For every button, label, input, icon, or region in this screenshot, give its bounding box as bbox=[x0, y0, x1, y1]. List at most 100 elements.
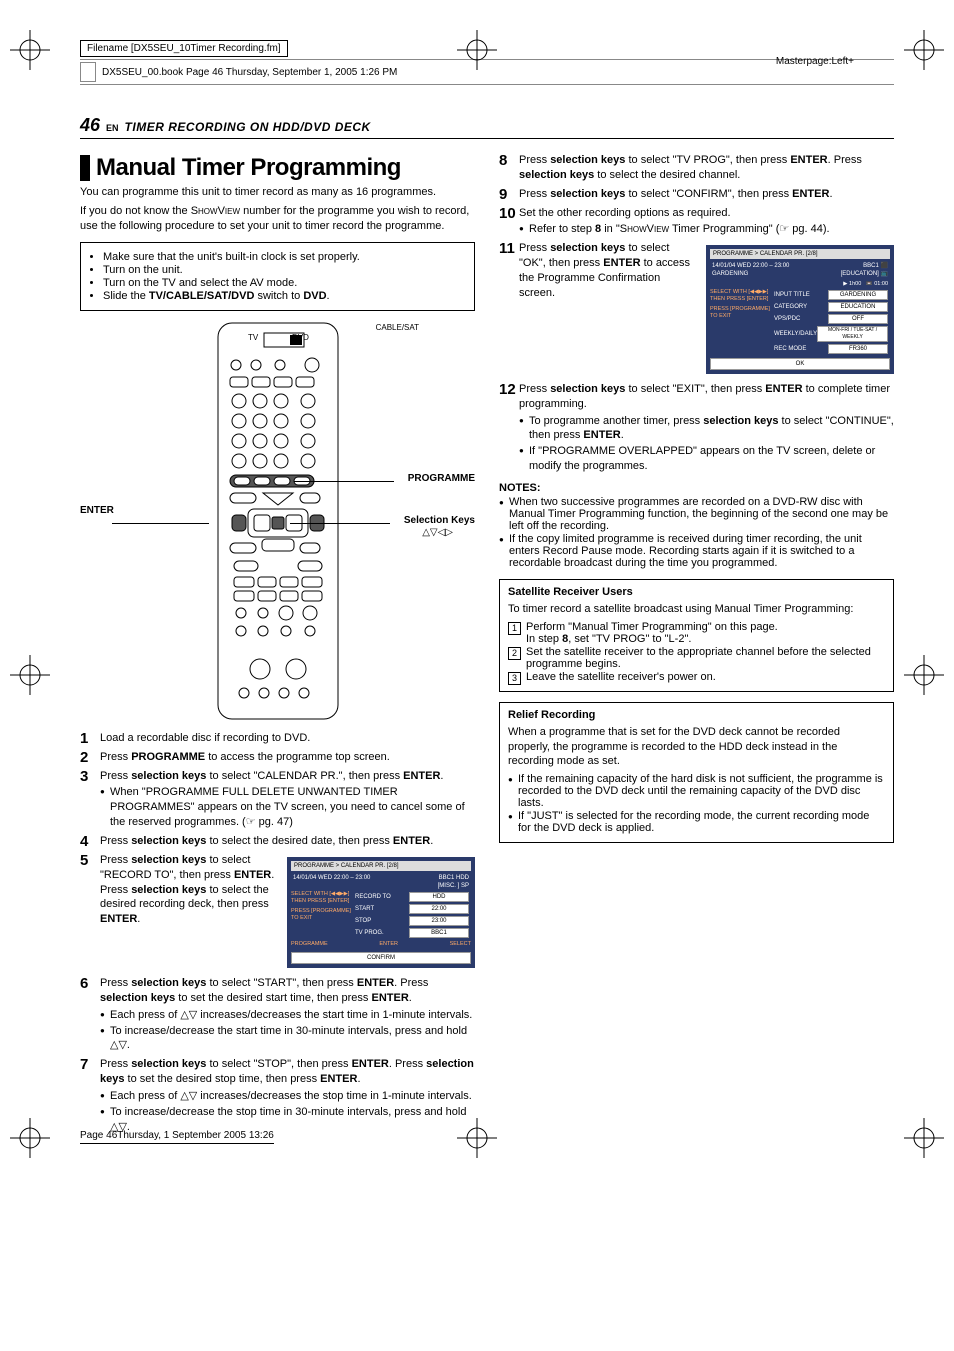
text: to select "CALENDAR PR.", then press bbox=[206, 770, 403, 782]
text: to select "START", then press bbox=[206, 977, 356, 989]
satellite-intro: To timer record a satellite broadcast us… bbox=[508, 602, 885, 617]
notes-heading: NOTES: bbox=[499, 482, 894, 494]
content-columns: Manual Timer Programming You can program… bbox=[80, 149, 894, 1138]
relief-list: If the remaining capacity of the hard di… bbox=[508, 773, 885, 834]
osd-hint: SELECT WITH [◀◀▶▶] THEN PRESS [ENTER] bbox=[291, 891, 351, 904]
text: selection keys bbox=[703, 415, 778, 427]
text: DVD bbox=[303, 290, 326, 302]
step-7: Press selection keys to select "STOP", t… bbox=[80, 1057, 475, 1134]
text: To programme another timer, press bbox=[529, 415, 703, 427]
text: PROGRAMME bbox=[131, 751, 205, 763]
text: . bbox=[137, 913, 140, 925]
text: to select "STOP", then press bbox=[206, 1058, 351, 1070]
text: ShowView bbox=[191, 205, 240, 217]
text: If you do not know the bbox=[80, 205, 191, 217]
step-10: Set the other recording options as requi… bbox=[499, 206, 894, 238]
osd-label: START bbox=[355, 905, 374, 913]
text: Press bbox=[519, 383, 550, 395]
osd-footer-text: PROGRAMME bbox=[291, 941, 328, 948]
text: To increase/decrease the stop time in 30… bbox=[110, 1106, 466, 1118]
text: TV/CABLE/SAT/DVD bbox=[149, 290, 255, 302]
page-header: 46 EN TIMER RECORDING ON HDD/DVD DECK bbox=[80, 115, 894, 139]
osd-label: TV PROG. bbox=[355, 929, 384, 937]
text: selection keys bbox=[519, 169, 594, 181]
text: ENTER bbox=[100, 913, 137, 925]
text: Set the satellite receiver to the approp… bbox=[526, 646, 871, 670]
sat-step-3: 3Leave the satellite receiver's power on… bbox=[508, 671, 885, 683]
text: . bbox=[357, 1073, 360, 1085]
osd-ok: OK bbox=[710, 358, 890, 370]
text: Press bbox=[100, 977, 131, 989]
text: ShowView bbox=[620, 223, 669, 235]
text: selection keys bbox=[131, 770, 206, 782]
text: Press bbox=[519, 242, 550, 254]
text: selection keys bbox=[100, 992, 175, 1004]
text: to set the desired start time, then pres… bbox=[175, 992, 371, 1004]
step-7-sub: Each press of △▽ increases/decreases the… bbox=[100, 1089, 475, 1135]
arrow-icon: △▽ bbox=[110, 1039, 127, 1051]
masterpage-label: Masterpage:Left+ bbox=[776, 56, 854, 67]
crop-mark-icon bbox=[10, 1118, 50, 1158]
step-6-sub: Each press of △▽ increases/decreases the… bbox=[100, 1008, 475, 1054]
satellite-heading: Satellite Receiver Users bbox=[508, 586, 885, 598]
osd-crumb: PROGRAMME > CALENDAR PR. [2/8] bbox=[710, 249, 890, 259]
step-10-sub: Refer to step 8 in "ShowView Timer Progr… bbox=[519, 222, 894, 237]
step-9: Press selection keys to select "CONFIRM"… bbox=[499, 187, 894, 202]
osd-value: EDUCATION bbox=[828, 302, 888, 312]
steps-right: Press selection keys to select "TV PROG"… bbox=[499, 153, 894, 474]
osd-date: 14/01/04 WED 22:00 – 23:00 bbox=[712, 263, 789, 269]
step-12-sub: To programme another timer, press select… bbox=[519, 414, 894, 474]
programme-label: PROGRAMME bbox=[408, 473, 475, 484]
osd-value: FR360 bbox=[828, 344, 888, 354]
sat-step-1: 1 Perform "Manual Timer Programming" on … bbox=[508, 621, 885, 645]
osd-hint: SELECT WITH [◀◀▶▶] THEN PRESS [ENTER] bbox=[710, 289, 770, 302]
left-column: Manual Timer Programming You can program… bbox=[80, 149, 475, 1138]
text: to set the desired stop time, then press bbox=[124, 1073, 320, 1085]
text: . bbox=[430, 835, 433, 847]
osd-label: RECORD TO bbox=[355, 893, 391, 901]
crop-mark-icon bbox=[457, 30, 497, 70]
text: to select "CONFIRM", then press bbox=[625, 188, 792, 200]
step-1: Load a recordable disc if recording to D… bbox=[80, 731, 475, 746]
text: . bbox=[440, 770, 443, 782]
text: to access the programme top screen. bbox=[205, 751, 390, 763]
osd-label: CATEGORY bbox=[774, 303, 807, 311]
step-11: Press selection keys to select "OK", the… bbox=[499, 241, 894, 378]
osd-footer-text: SELECT bbox=[450, 941, 471, 948]
text: Timer Programming" (☞ pg. 44). bbox=[669, 223, 829, 235]
osd-rec: 1h00 bbox=[849, 281, 861, 287]
osd-hint: PRESS [PROGRAMME] TO EXIT bbox=[291, 908, 351, 921]
relief-heading: Relief Recording bbox=[508, 709, 885, 721]
page-footer: Page 46Thursday, 1 September 2005 13:26 bbox=[80, 1130, 274, 1144]
text: Press bbox=[100, 751, 131, 763]
osd-mode: SP bbox=[461, 883, 469, 889]
prep-list: Make sure that the unit's built-in clock… bbox=[89, 251, 466, 302]
relief-p1: When a programme that is set for the DVD… bbox=[508, 725, 885, 770]
osd-screen-2: PROGRAMME > CALENDAR PR. [2/8] 14/01/04 … bbox=[706, 245, 894, 374]
preparation-box: Make sure that the unit's built-in clock… bbox=[80, 242, 475, 311]
note-item: When two successive programmes are recor… bbox=[499, 496, 894, 532]
crop-mark-icon bbox=[10, 30, 50, 70]
filename-label: Filename [DX5SEU_10Timer Recording.fm] bbox=[80, 40, 288, 57]
sat-step-2: 2Set the satellite receiver to the appro… bbox=[508, 646, 885, 670]
text: to select the desired channel. bbox=[594, 169, 740, 181]
sub-item: To programme another timer, press select… bbox=[519, 414, 894, 444]
osd-cat: [EDUCATION] bbox=[841, 271, 879, 277]
text: ENTER bbox=[393, 835, 430, 847]
osd-label: VPS/PDC bbox=[774, 315, 800, 323]
arrow-icon: △▽ bbox=[180, 1090, 197, 1102]
text: To increase/decrease the start time in 3… bbox=[110, 1025, 467, 1037]
text: Press bbox=[519, 188, 550, 200]
steps-left: Load a recordable disc if recording to D… bbox=[80, 731, 475, 1135]
osd-value: 23:00 bbox=[409, 916, 469, 926]
page-number: 46 bbox=[80, 115, 100, 136]
text: to select "EXIT", then press bbox=[625, 383, 765, 395]
osd-title: GARDENING bbox=[712, 271, 748, 277]
prep-item: Turn on the TV and select the AV mode. bbox=[103, 277, 466, 289]
manual-page: Filename [DX5SEU_10Timer Recording.fm] D… bbox=[0, 0, 954, 1178]
text: Refer to step bbox=[529, 223, 595, 235]
selection-keys-symbols: △▽◁▷ bbox=[422, 527, 453, 538]
osd-crumb: PROGRAMME > CALENDAR PR. [2/8] bbox=[291, 861, 471, 871]
step-2: Press PROGRAMME to access the programme … bbox=[80, 750, 475, 765]
osd-footer-text: ENTER bbox=[379, 941, 398, 948]
